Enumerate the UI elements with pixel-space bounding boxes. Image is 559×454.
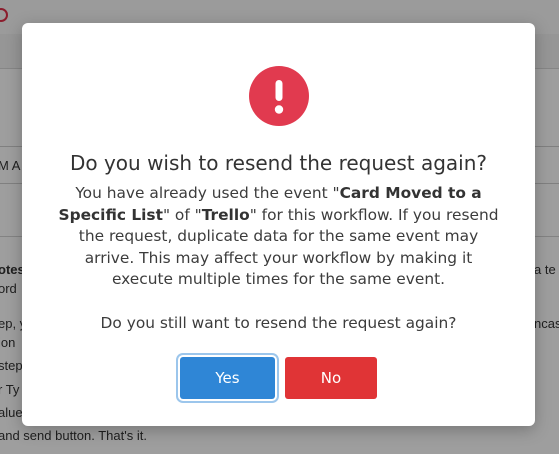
dialog-message: You have already used the event "Card Mo… [52,183,505,291]
dialog-title: Do you wish to resend the request again? [69,151,488,175]
message-text: " of " [162,205,202,224]
message-text: You have already used the event " [75,184,340,202]
dialog-question: Do you still want to resend the request … [100,314,457,332]
app-name: Trello [201,205,250,224]
exclamation-icon [249,66,309,126]
yes-button[interactable]: Yes [180,357,275,399]
resend-confirm-dialog: Do you wish to resend the request again?… [22,23,535,426]
no-button[interactable]: No [285,357,377,399]
